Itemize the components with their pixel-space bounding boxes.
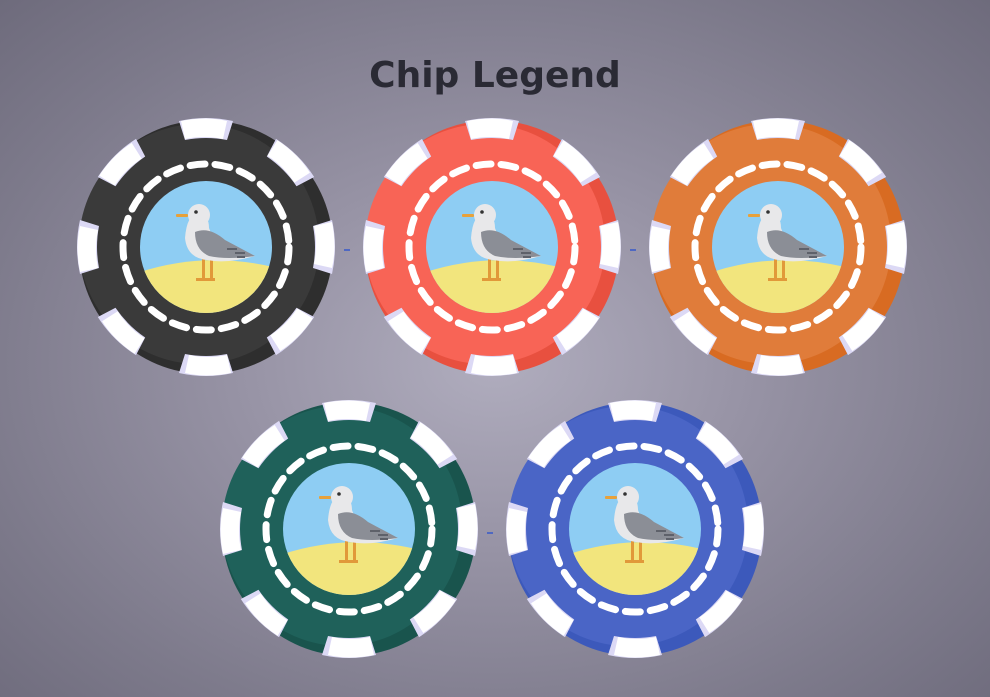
chip-notch <box>456 502 478 556</box>
chip-notch <box>77 220 99 274</box>
chip-separator <box>487 532 493 534</box>
page-title: Chip Legend <box>369 55 621 96</box>
chip-orange[interactable] <box>649 118 907 376</box>
chip-notch <box>465 354 519 376</box>
chip-notch <box>322 636 376 658</box>
chip-notch <box>179 118 233 140</box>
chip-notch <box>465 118 519 140</box>
chip-red[interactable] <box>363 118 621 376</box>
chip-notch <box>363 220 385 274</box>
chip-graphic <box>649 118 907 376</box>
chip-notch <box>179 354 233 376</box>
chip-graphic <box>220 400 478 658</box>
chip-graphic <box>506 400 764 658</box>
chip-notch <box>751 118 805 140</box>
chip-notch <box>322 400 376 422</box>
chip-notch <box>885 220 907 274</box>
chip-green[interactable] <box>220 400 478 658</box>
chip-graphic <box>77 118 335 376</box>
chip-notch <box>506 502 528 556</box>
chip-notch <box>649 220 671 274</box>
chip-separator <box>344 249 350 251</box>
chip-notch <box>220 502 242 556</box>
chip-notch <box>599 220 621 274</box>
chip-notch <box>608 400 662 422</box>
chip-graphic <box>363 118 621 376</box>
chip-notch <box>608 636 662 658</box>
chip-blue[interactable] <box>506 400 764 658</box>
chip-black[interactable] <box>77 118 335 376</box>
chip-notch <box>742 502 764 556</box>
chip-notch <box>751 354 805 376</box>
chip-separator <box>630 249 636 251</box>
chip-notch <box>313 220 335 274</box>
